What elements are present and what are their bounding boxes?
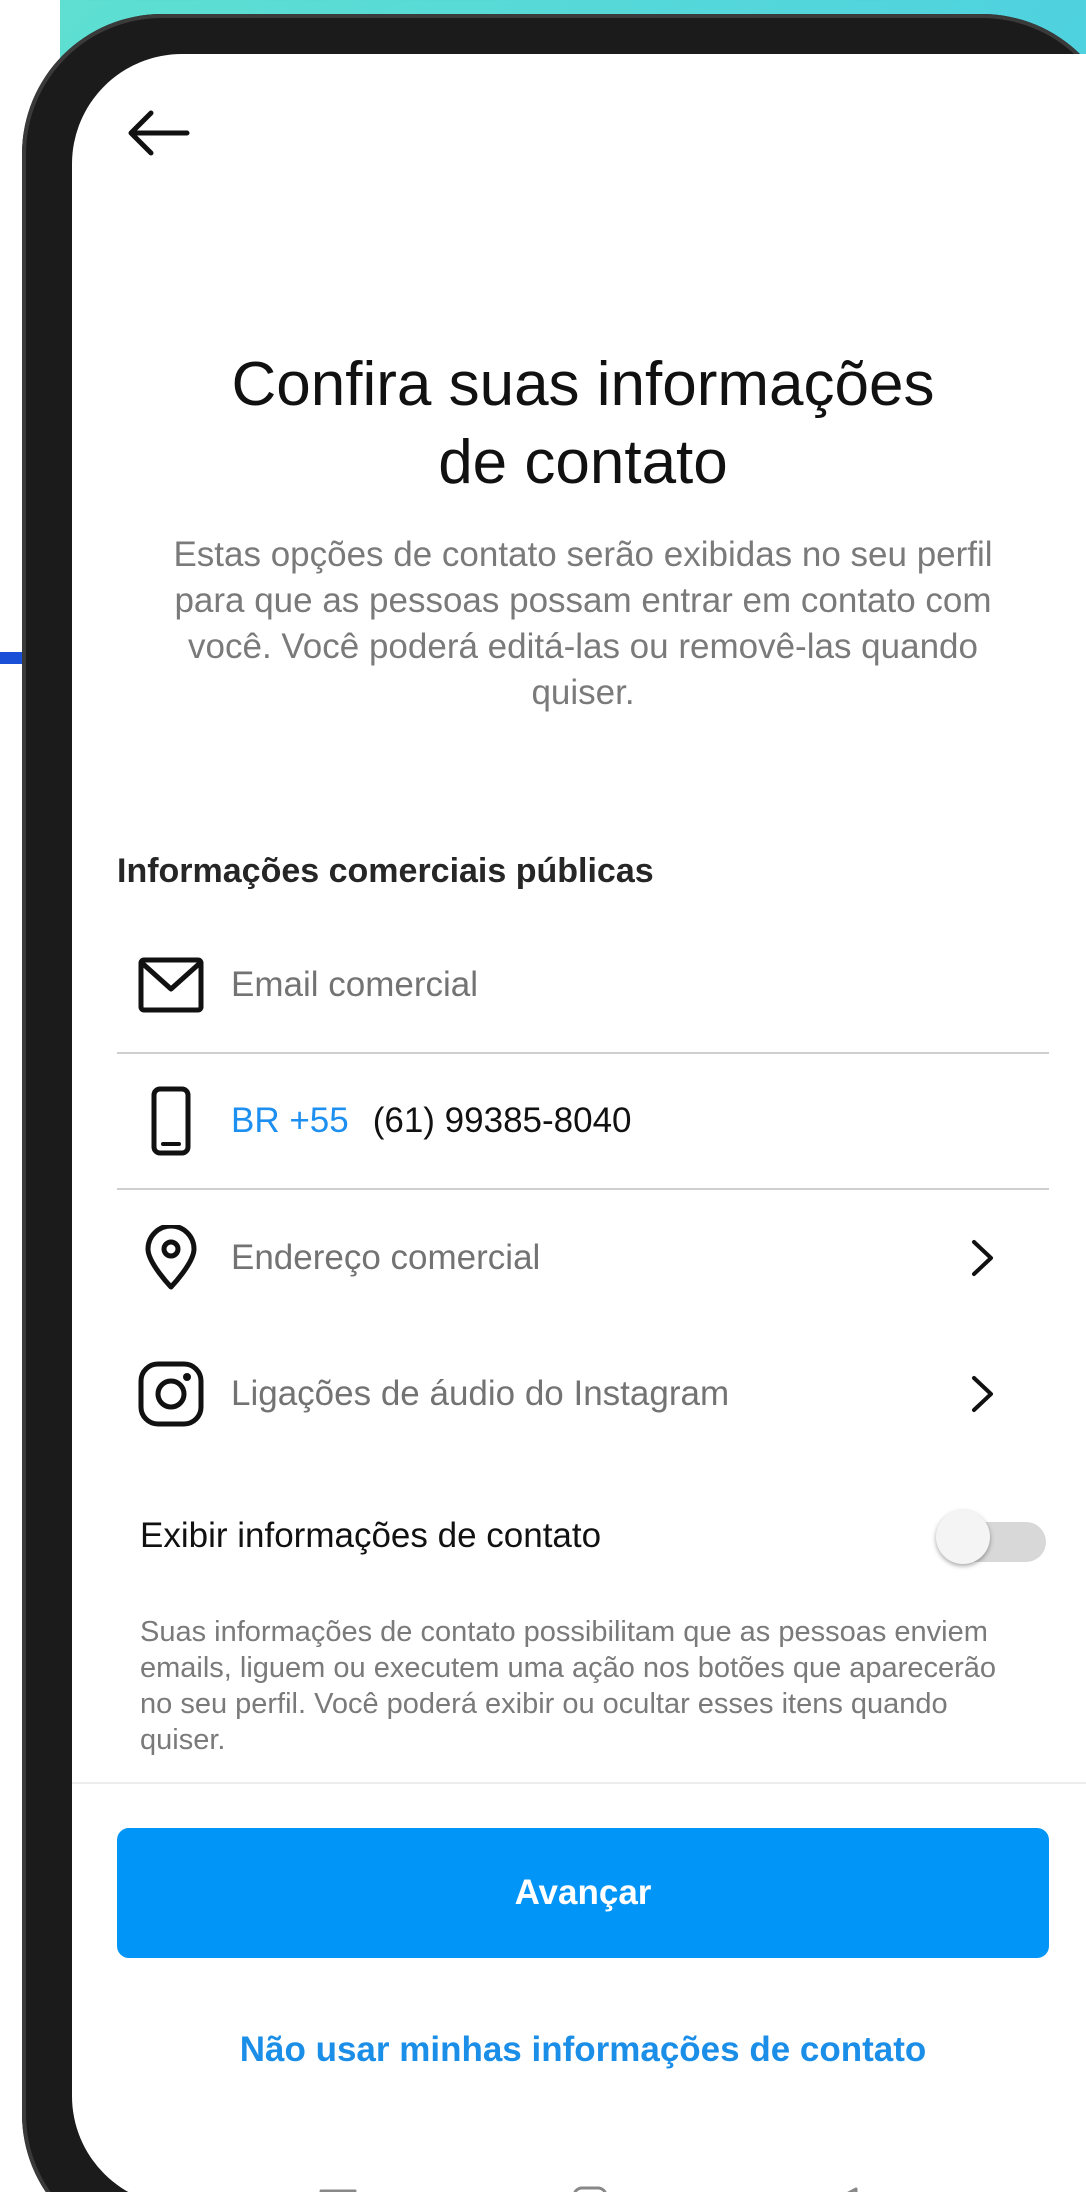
home-square-icon — [573, 2186, 607, 2192]
back-button[interactable] — [118, 100, 198, 166]
section-title: Informações comerciais públicas — [117, 852, 654, 890]
menu-icon — [319, 2189, 357, 2192]
address-row[interactable]: Endereço comercial — [117, 1190, 1049, 1326]
instagram-calls-row[interactable]: Ligações de áudio do Instagram — [117, 1326, 1049, 1462]
phone-field[interactable]: BR +55 (61) 99385-8040 — [117, 1054, 1049, 1190]
next-button[interactable]: Avançar — [117, 1828, 1049, 1958]
phone-number-value[interactable]: (61) 99385-8040 — [373, 1101, 1049, 1141]
page-subtitle: Estas opções de contato serão exibidas n… — [173, 535, 993, 712]
instagram-calls-label: Ligações de áudio do Instagram — [231, 1374, 730, 1413]
show-contact-toggle-label: Exibir informações de contato — [140, 1516, 602, 1555]
footer-divider — [72, 1782, 1086, 1784]
background-accent-mark — [0, 652, 22, 664]
skip-contact-info-link[interactable]: Não usar minhas informações de contato — [72, 2030, 1086, 2070]
phone-frame: Confira suas informações de contato Esta… — [22, 14, 1086, 2192]
show-contact-toggle[interactable] — [936, 1504, 1046, 1568]
location-pin-icon — [131, 1218, 211, 1298]
instagram-icon — [131, 1354, 211, 1434]
mail-icon — [131, 945, 211, 1025]
menu-nav-button[interactable] — [308, 2174, 368, 2192]
system-nav-bar — [72, 2164, 1086, 2192]
page-title: Confira suas informações de contato — [72, 346, 1086, 502]
address-row-label: Endereço comercial — [231, 1238, 541, 1277]
app-screen: Confira suas informações de contato Esta… — [72, 54, 1086, 2192]
chevron-right-icon — [953, 1364, 1013, 1424]
home-nav-button[interactable] — [560, 2174, 620, 2192]
back-triangle-icon — [847, 2187, 858, 2192]
chevron-right-icon — [953, 1228, 1013, 1288]
arrow-left-icon — [128, 110, 190, 156]
phone-icon — [131, 1081, 211, 1161]
page-title-line-2: de contato — [438, 428, 728, 497]
page-title-line-1: Confira suas informações — [231, 350, 935, 419]
email-field[interactable]: Email comercial — [117, 918, 1049, 1054]
country-code-selector[interactable]: BR +55 — [231, 1101, 349, 1141]
email-field-placeholder: Email comercial — [231, 965, 478, 1004]
toggle-knob — [936, 1510, 990, 1564]
back-nav-button[interactable] — [812, 2174, 872, 2192]
toggle-description: Suas informações de contato possibilitam… — [140, 1616, 997, 1756]
